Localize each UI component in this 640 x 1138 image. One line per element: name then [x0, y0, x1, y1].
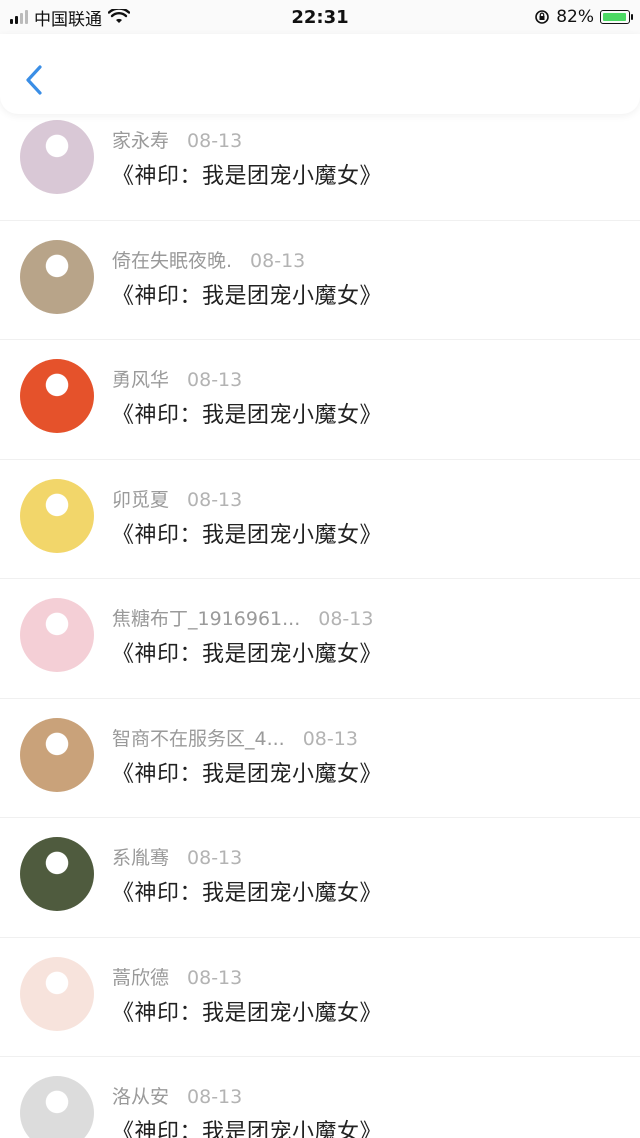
user-name: 倚在失眠夜晚. [112, 249, 233, 272]
post-date: 08-13 [318, 608, 374, 630]
avatar[interactable] [20, 956, 94, 1031]
post-date: 08-13 [250, 249, 306, 272]
carrier-label: 中国联通 [34, 9, 102, 30]
user-name: 焦糖布丁_1916961... [112, 608, 301, 630]
book-title[interactable]: 《神印：我是团宠小魔女》 [112, 158, 382, 190]
meta-row: 勇风华 08-13 [112, 365, 242, 392]
list-item[interactable]: 焦糖布丁_1916961... 08-13 《神印：我是团宠小魔女》 [0, 578, 640, 699]
status-left: 中国联通 [10, 5, 130, 30]
book-title[interactable]: 《神印：我是团宠小魔女》 [112, 756, 382, 788]
nav-bar [0, 34, 640, 114]
book-title[interactable]: 《神印：我是团宠小魔女》 [112, 278, 382, 310]
meta-row: 蒿欣德 08-13 [112, 963, 242, 990]
meta-row: 家永寿 08-13 [112, 126, 242, 153]
user-name: 智商不在服务区_4... [112, 727, 285, 750]
screen: 中国联通 22:31 82% 家永寿 08-13 《神印：我是团宠小魔女》 倚在失眠夜… [0, 0, 640, 1138]
user-name: 家永寿 [112, 130, 170, 152]
meta-row: 系胤骞 08-13 [112, 843, 242, 870]
meta-row: 倚在失眠夜晚. 08-13 [112, 246, 305, 273]
meta-row: 卯觅夏 08-13 [112, 485, 242, 512]
list-item[interactable]: 倚在失眠夜晚. 08-13 《神印：我是团宠小魔女》 [0, 220, 640, 340]
book-title[interactable]: 《神印：我是团宠小魔女》 [112, 397, 382, 429]
user-name: 洛从安 [112, 1086, 170, 1108]
avatar[interactable] [20, 837, 94, 911]
post-date: 08-13 [187, 130, 243, 152]
list-item[interactable]: 系胤骞 08-13 《神印：我是团宠小魔女》 [0, 817, 640, 938]
back-chevron-icon[interactable] [20, 62, 48, 98]
avatar[interactable] [20, 598, 94, 672]
list-item[interactable]: 家永寿 08-13 《神印：我是团宠小魔女》 [0, 100, 640, 221]
avatar[interactable] [20, 239, 94, 314]
signal-icon [10, 10, 28, 24]
post-date: 08-13 [187, 369, 243, 391]
meta-row: 洛从安 08-13 [112, 1082, 242, 1109]
book-title[interactable]: 《神印：我是团宠小魔女》 [112, 517, 382, 549]
list-item[interactable]: 勇风华 08-13 《神印：我是团宠小魔女》 [0, 339, 640, 460]
meta-row: 焦糖布丁_1916961... 08-13 [112, 604, 373, 631]
user-name: 系胤骞 [112, 847, 170, 869]
avatar[interactable] [20, 120, 94, 194]
avatar[interactable] [20, 1076, 94, 1138]
post-date: 08-13 [187, 847, 243, 869]
wifi-icon [108, 9, 130, 23]
avatar[interactable] [20, 478, 94, 553]
book-title[interactable]: 《神印：我是团宠小魔女》 [112, 1114, 382, 1138]
avatar[interactable] [20, 359, 94, 433]
user-name: 卯觅夏 [112, 488, 170, 511]
user-name: 勇风华 [112, 369, 170, 391]
status-time: 22:31 [291, 6, 349, 28]
post-date: 08-13 [187, 488, 243, 511]
battery-icon [600, 10, 633, 24]
status-bar: 中国联通 22:31 82% [0, 0, 640, 34]
meta-row: 智商不在服务区_4... 08-13 [112, 724, 358, 751]
book-title[interactable]: 《神印：我是团宠小魔女》 [112, 636, 382, 668]
rotation-lock-icon [535, 10, 550, 24]
avatar[interactable] [20, 717, 94, 792]
book-title[interactable]: 《神印：我是团宠小魔女》 [112, 995, 382, 1027]
list-item[interactable]: 洛从安 08-13 《神印：我是团宠小魔女》 [0, 1056, 640, 1138]
list-item[interactable]: 蒿欣德 08-13 《神印：我是团宠小魔女》 [0, 937, 640, 1057]
post-date: 08-13 [302, 727, 358, 750]
battery-percent: 82% [556, 7, 594, 27]
status-right: 82% [534, 7, 633, 27]
book-title[interactable]: 《神印：我是团宠小魔女》 [112, 875, 382, 907]
list-item[interactable]: 智商不在服务区_4... 08-13 《神印：我是团宠小魔女》 [0, 698, 640, 818]
post-date: 08-13 [187, 1086, 243, 1108]
user-name: 蒿欣德 [112, 966, 170, 989]
post-date: 08-13 [187, 966, 243, 989]
list-item[interactable]: 卯觅夏 08-13 《神印：我是团宠小魔女》 [0, 459, 640, 579]
